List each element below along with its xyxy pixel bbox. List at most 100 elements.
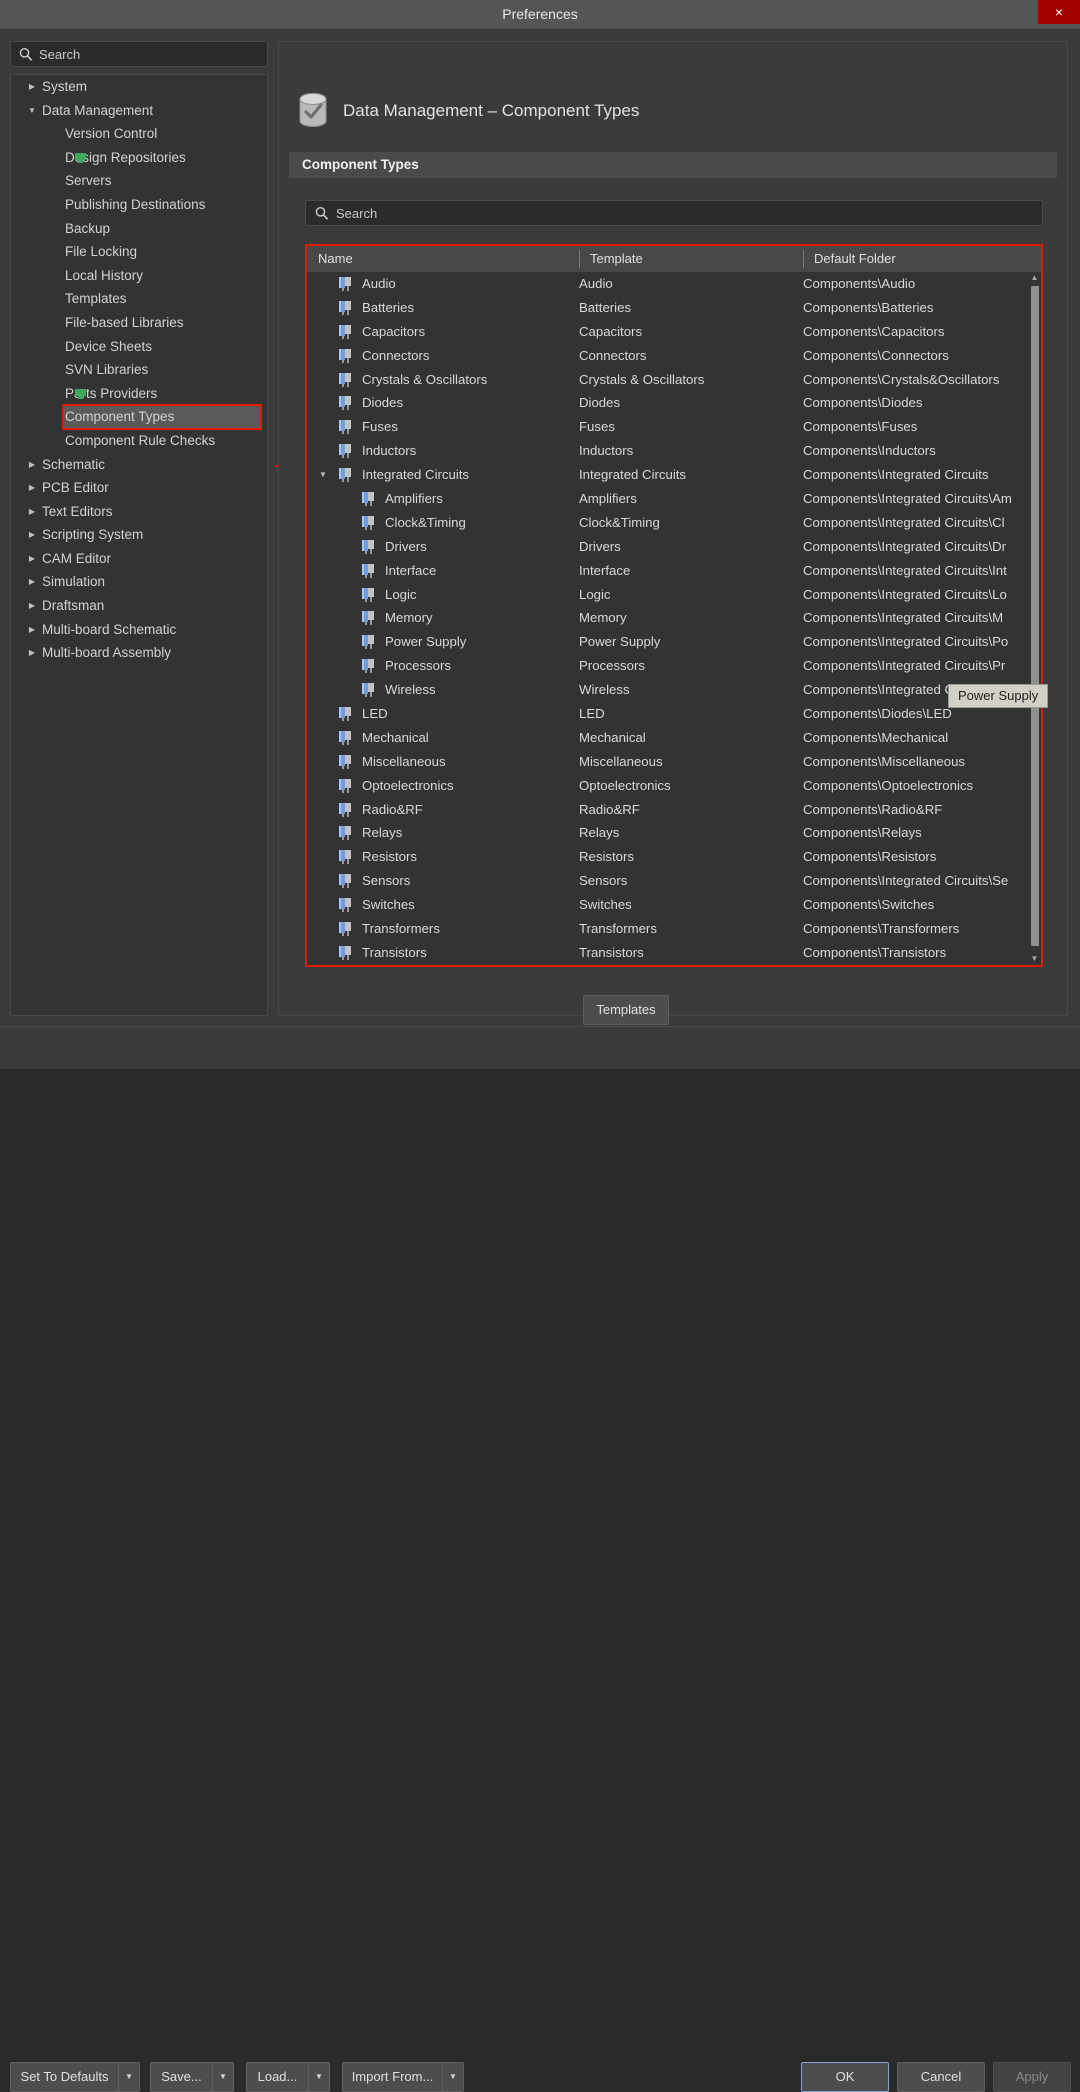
sidebar-item-publishing-destinations[interactable]: Publishing Destinations	[11, 193, 267, 217]
table-row[interactable]: Inductors Inductors Components\Inductors	[307, 439, 1041, 463]
chevron-right-icon[interactable]: ▶	[25, 453, 39, 477]
sidebar-item-version-control[interactable]: Version Control	[11, 122, 267, 146]
table-row[interactable]: Diodes Diodes Components\Diodes	[307, 391, 1041, 415]
table-search-input[interactable]: Search	[305, 200, 1043, 226]
sidebar-item-label: CAM Editor	[42, 550, 112, 566]
table-row[interactable]: Interface Interface Components\Integrated …	[307, 559, 1041, 583]
table-row[interactable]: Switches Switches Components\Switches	[307, 893, 1041, 917]
sidebar-item-simulation[interactable]: ▶ Simulation	[11, 570, 267, 594]
sidebar-item-text-editors[interactable]: ▶ Text Editors	[11, 500, 267, 524]
table-row[interactable]: Memory Memory Components\Integrated Circui…	[307, 606, 1041, 630]
sidebar-item-servers[interactable]: Servers	[11, 169, 267, 193]
chevron-right-icon[interactable]: ▶	[25, 500, 39, 524]
templates-button[interactable]: Templates	[583, 995, 669, 1025]
chevron-right-icon[interactable]: ▶	[25, 641, 39, 665]
table-row[interactable]: Drivers Drivers Components\Integrated Circ…	[307, 535, 1041, 559]
sidebar-item-device-sheets[interactable]: Device Sheets	[11, 335, 267, 359]
scrollbar-thumb[interactable]	[1031, 286, 1039, 946]
sidebar-item-data-management[interactable]: ▼ Data Management	[11, 99, 267, 123]
cell-template: Batteries	[579, 299, 632, 315]
cell-default-folder: Components\Transformers	[803, 921, 960, 937]
set-to-defaults-chevron-down-icon[interactable]: ▼	[118, 2062, 140, 2092]
column-divider[interactable]	[803, 250, 804, 268]
sidebar-item-templates[interactable]: Templates	[11, 287, 267, 311]
table-row[interactable]: Mechanical Mechanical Components\Mechanica…	[307, 726, 1041, 750]
settings-tree[interactable]: ▶ System ▼ Data Management Version Control De…	[10, 74, 268, 1016]
sidebar-item-design-repositories[interactable]: Design Repositories	[11, 146, 267, 170]
sidebar-item-scripting-system[interactable]: ▶ Scripting System	[11, 523, 267, 547]
grid-column-header[interactable]: Default Folder	[803, 246, 896, 272]
scroll-up-icon[interactable]: ▲	[1028, 272, 1041, 284]
table-row[interactable]: Relays Relays Components\Relays	[307, 821, 1041, 845]
chevron-right-icon[interactable]: ▶	[25, 75, 39, 99]
chevron-right-icon[interactable]: ▶	[25, 618, 39, 642]
import-from-button[interactable]: Import From...	[342, 2062, 442, 2092]
save-chevron-down-icon[interactable]: ▼	[212, 2062, 234, 2092]
scroll-down-icon[interactable]: ▼	[1028, 953, 1041, 965]
sidebar-item-cam-editor[interactable]: ▶ CAM Editor	[11, 547, 267, 571]
sidebar-item-draftsman[interactable]: ▶ Draftsman	[11, 594, 267, 618]
column-divider[interactable]	[579, 250, 580, 268]
table-row[interactable]: Capacitors Capacitors Components\Capacitor…	[307, 320, 1041, 344]
table-row[interactable]: Connectors Connectors Components\Connector…	[307, 344, 1041, 368]
page-title: Data Management – Component Types	[343, 101, 640, 120]
table-row[interactable]: Batteries Batteries Components\Batteries	[307, 296, 1041, 320]
table-row[interactable]: Wireless Wireless Components\Integrated Ci…	[307, 678, 1041, 702]
cell-name: Batteries	[307, 296, 579, 320]
table-row[interactable]: Transistors Transistors Components\Transis…	[307, 941, 1041, 965]
sidebar-item-file-based-libraries[interactable]: File-based Libraries	[11, 311, 267, 335]
table-row[interactable]: Logic Logic Components\Integrated Circuits…	[307, 583, 1041, 607]
grid-vertical-scrollbar[interactable]: ▲ ▼	[1028, 272, 1041, 965]
ok-button[interactable]: OK	[801, 2062, 889, 2092]
save-button[interactable]: Save...	[150, 2062, 212, 2092]
chevron-right-icon[interactable]: ▶	[25, 523, 39, 547]
apply-button[interactable]: Apply	[993, 2062, 1071, 2092]
table-row[interactable]: LED LED Components\Diodes\LED	[307, 702, 1041, 726]
table-row[interactable]: Resistors Resistors Components\Resistors	[307, 845, 1041, 869]
set-to-defaults-button[interactable]: Set To Defaults	[10, 2062, 118, 2092]
import-from-chevron-down-icon[interactable]: ▼	[442, 2062, 464, 2092]
chevron-right-icon[interactable]: ▶	[25, 594, 39, 618]
sidebar-item-pcb-editor[interactable]: ▶ PCB Editor	[11, 476, 267, 500]
grid-column-header[interactable]: Template	[579, 246, 643, 272]
cell-name: Processors	[307, 654, 579, 678]
table-row[interactable]: Sensors Sensors Components\Integrated Circ…	[307, 869, 1041, 893]
cell-name-text: Interface	[385, 562, 437, 578]
sidebar-item-schematic[interactable]: ▶ Schematic	[11, 453, 267, 477]
sidebar-item-svn-libraries[interactable]: SVN Libraries	[11, 358, 267, 382]
sidebar-item-component-rule-checks[interactable]: Component Rule Checks	[11, 429, 267, 453]
chevron-right-icon[interactable]: ▶	[25, 547, 39, 571]
table-row[interactable]: Power Supply Power Supply Components\Integ…	[307, 630, 1041, 654]
load-button[interactable]: Load...	[246, 2062, 308, 2092]
sidebar-item-file-locking[interactable]: File Locking	[11, 240, 267, 264]
chevron-right-icon[interactable]: ▶	[25, 476, 39, 500]
chevron-down-icon[interactable]: ▼	[25, 99, 39, 123]
table-row[interactable]: Miscellaneous Miscellaneous Components\Mis…	[307, 750, 1041, 774]
table-row[interactable]: Crystals & Oscillators Crystals & Oscilla…	[307, 368, 1041, 392]
table-row[interactable]: Optoelectronics Optoelectronics Components…	[307, 774, 1041, 798]
sidebar-search-input[interactable]: Search	[10, 41, 268, 67]
close-icon[interactable]: ×	[1038, 0, 1080, 24]
table-row[interactable]: Amplifiers Amplifiers Components\Integrate…	[307, 487, 1041, 511]
sidebar-item-backup[interactable]: Backup	[11, 217, 267, 241]
table-row[interactable]: Radio&RF Radio&RF Components\Radio&RF	[307, 798, 1041, 822]
cancel-button[interactable]: Cancel	[897, 2062, 985, 2092]
sidebar-item-component-types[interactable]: Component Types	[62, 404, 262, 430]
table-row[interactable]: Fuses Fuses Components\Fuses	[307, 415, 1041, 439]
load-chevron-down-icon[interactable]: ▼	[308, 2062, 330, 2092]
sidebar-item-label: Backup	[65, 220, 111, 236]
chevron-right-icon[interactable]: ▶	[25, 570, 39, 594]
sidebar-item-multi-board-assembly[interactable]: ▶ Multi-board Assembly	[11, 641, 267, 665]
sidebar-item-system[interactable]: ▶ System	[11, 75, 267, 99]
sidebar-item-local-history[interactable]: Local History	[11, 264, 267, 288]
table-row[interactable]: Transformers Transformers Components\Trans…	[307, 917, 1041, 941]
sidebar-item-parts-providers[interactable]: Parts Providers	[11, 382, 267, 406]
grid-body[interactable]: Audio Audio Components\Audio Batteries Batte…	[307, 272, 1041, 965]
table-row[interactable]: Clock&Timing Clock&Timing Components\Integ…	[307, 511, 1041, 535]
cell-name: Inductors	[307, 439, 579, 463]
table-row[interactable]: Audio Audio Components\Audio	[307, 272, 1041, 296]
grid-column-header[interactable]: Name	[307, 246, 353, 272]
table-row[interactable]: ▼ Integrated Circuits Integrated Circuits C…	[307, 463, 1041, 487]
sidebar-item-multi-board-schematic[interactable]: ▶ Multi-board Schematic	[11, 618, 267, 642]
table-row[interactable]: Processors Processors Components\Integrate…	[307, 654, 1041, 678]
